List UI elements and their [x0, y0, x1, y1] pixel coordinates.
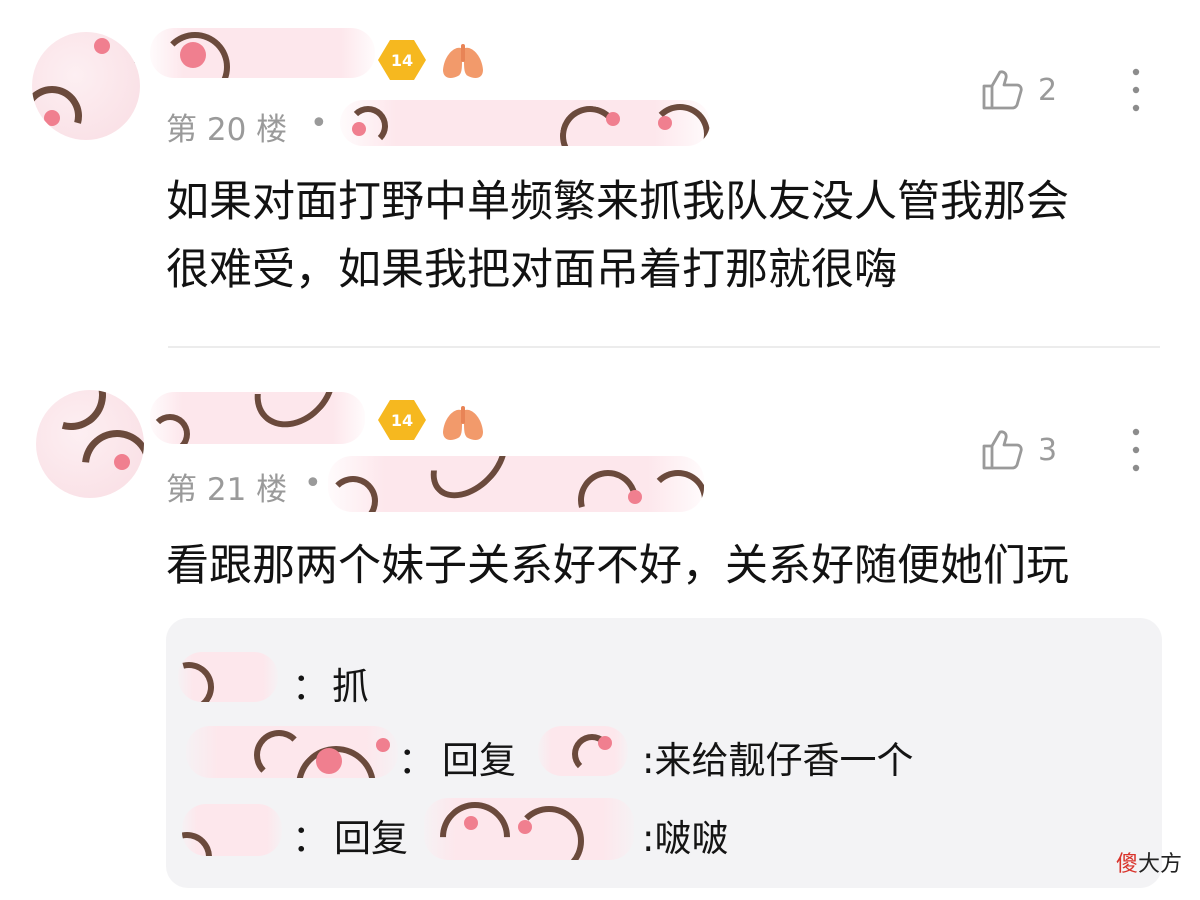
reply-box[interactable]: ： 抓 ： 回复 :来给靓仔香一个 ： 回复 :啵啵: [166, 618, 1162, 888]
avatar[interactable]: [32, 32, 140, 140]
reply-text: 抓: [332, 665, 369, 708]
level-badge: 14: [378, 400, 426, 440]
reply-colon: ：: [398, 739, 435, 782]
masked-reply-username[interactable]: [186, 726, 398, 778]
watermark-text: 大方: [1137, 852, 1182, 877]
lung-icon: [443, 406, 483, 440]
more-vertical-icon[interactable]: [1128, 426, 1144, 474]
comment-text-line: 看跟那两个妹子关系好不好，关系好随便她们玩: [166, 541, 1069, 591]
comment-text-line: 如果对面打野中单频繁来抓我队友没人管我那会: [166, 177, 1069, 227]
meta-separator: •: [304, 466, 322, 501]
reply-colon: ：: [292, 665, 329, 708]
like-button[interactable]: 3: [980, 428, 1057, 472]
reply-colon: ：: [292, 817, 329, 860]
thumbs-up-icon: [982, 70, 1023, 110]
masked-user-info: [340, 100, 710, 146]
like-button[interactable]: 2: [980, 68, 1057, 112]
lung-icon: [443, 44, 483, 78]
level-badge: 14: [378, 40, 426, 80]
masked-user-info: [328, 456, 704, 512]
floor-number: 第 20 楼: [166, 112, 288, 148]
reply-text: :来给靓仔香一个: [642, 739, 914, 782]
masked-reply-target[interactable]: [538, 726, 628, 776]
thumbs-up-icon: [982, 430, 1023, 470]
reply-word: 回复: [334, 817, 408, 860]
like-count: 2: [1038, 72, 1058, 108]
masked-username[interactable]: [150, 392, 365, 444]
avatar[interactable]: [36, 390, 144, 498]
comment-text: 看跟那两个妹子关系好不好，关系好随便她们玩: [166, 532, 1069, 600]
more-vertical-icon[interactable]: [1128, 66, 1144, 114]
watermark-accent: 傻: [1115, 852, 1138, 877]
masked-username[interactable]: [150, 28, 375, 78]
meta-separator: •: [310, 106, 328, 141]
comment-divider: [168, 346, 1160, 348]
watermark: 傻大方: [1116, 846, 1182, 878]
comment-text: 如果对面打野中单频繁来抓我队友没人管我那会 很难受，如果我把对面吊着打那就很嗨: [166, 168, 1069, 304]
masked-reply-username[interactable]: [178, 652, 278, 702]
reply-word: 回复: [442, 739, 516, 782]
comment-text-line: 很难受，如果我把对面吊着打那就很嗨: [166, 245, 897, 295]
like-count: 3: [1038, 432, 1058, 468]
masked-reply-target[interactable]: [424, 798, 634, 860]
reply-text: :啵啵: [642, 817, 729, 860]
floor-number: 第 21 楼: [166, 472, 288, 508]
masked-reply-username[interactable]: [182, 804, 282, 856]
